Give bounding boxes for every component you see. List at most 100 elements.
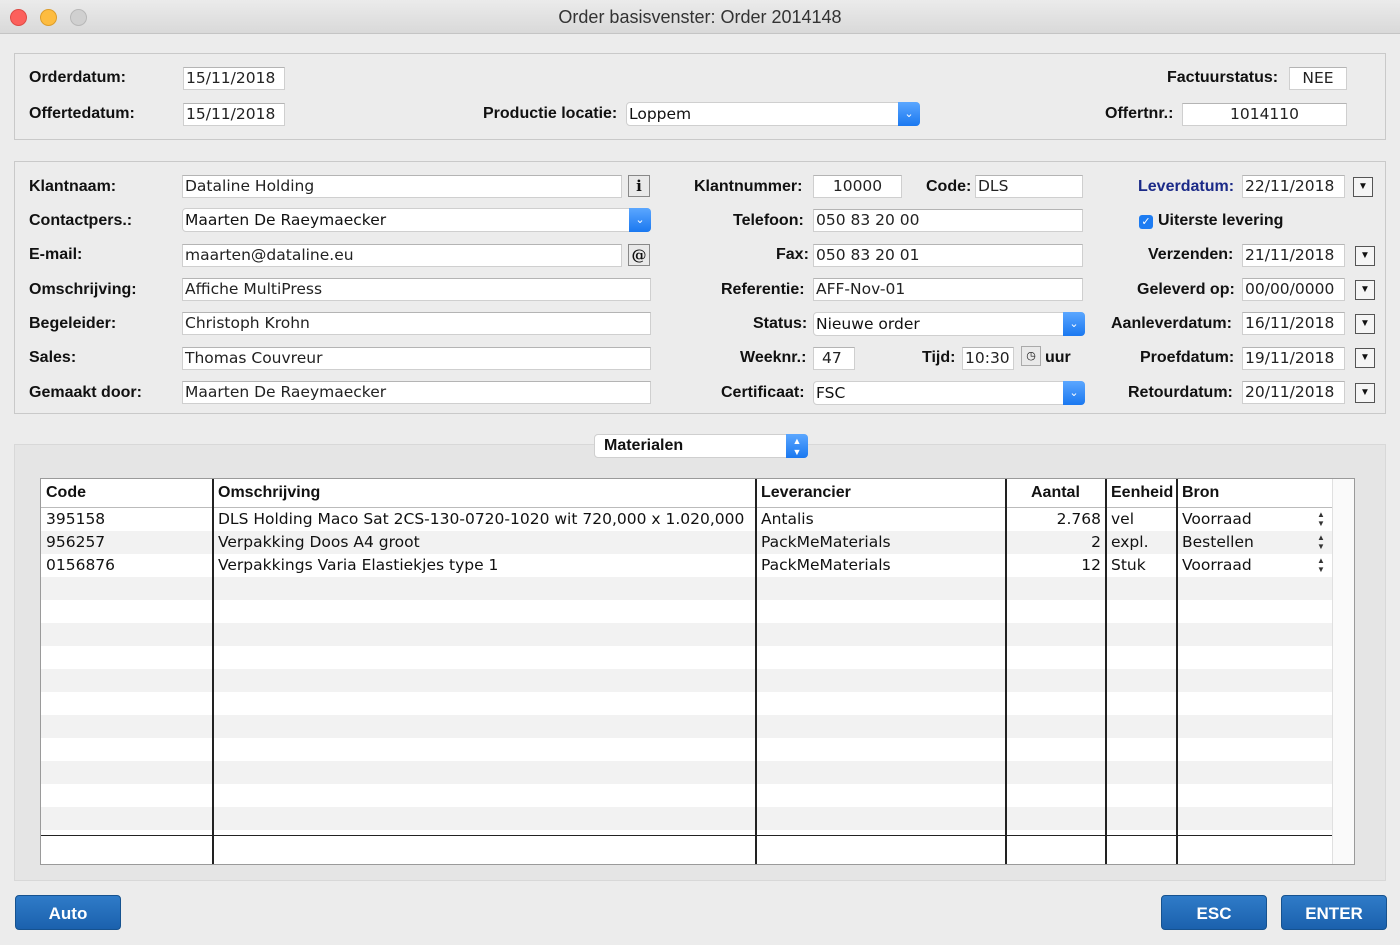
proefdatum-label: Proefdatum: xyxy=(1140,349,1235,366)
certificaat-select[interactable]: FSC ⌄ xyxy=(813,381,1085,405)
chevron-down-icon: ⌄ xyxy=(629,208,651,232)
klantnummer-field[interactable]: 10000 xyxy=(813,175,902,198)
code-cell: 956257 xyxy=(46,533,106,551)
email-icon[interactable]: @ xyxy=(628,244,650,266)
bron-cell: Voorraad xyxy=(1182,556,1252,574)
leverdatum-label: Leverdatum: xyxy=(1138,178,1235,195)
column-header-bron[interactable]: Bron xyxy=(1182,484,1219,502)
table-row[interactable]: 0156876 Verpakkings Varia Elastiekjes typ… xyxy=(41,554,1333,577)
telefoon-field[interactable]: 050 83 20 00 xyxy=(813,209,1083,232)
auto-button[interactable]: Auto xyxy=(15,895,121,930)
contactpers-select[interactable]: Maarten De Raeymaecker ⌄ xyxy=(182,208,651,232)
table-row[interactable]: 956257 Verpakking Doos A4 groot PackMeMate… xyxy=(41,531,1333,554)
contactpers-value: Maarten De Raeymaecker xyxy=(185,211,387,229)
column-divider xyxy=(1176,479,1178,864)
productie-locatie-select[interactable]: Loppem ⌄ xyxy=(626,102,920,126)
fax-field[interactable]: 050 83 20 01 xyxy=(813,244,1083,267)
aantal-cell: 12 xyxy=(1081,556,1101,574)
tijd-label: Tijd: xyxy=(922,349,956,366)
table-row xyxy=(41,600,1333,623)
aanleverdatum-field[interactable]: 16/11/2018 xyxy=(1242,312,1345,335)
verzenden-field[interactable]: 21/11/2018 xyxy=(1242,244,1345,267)
orderdatum-field[interactable]: 15/11/2018 xyxy=(183,67,285,90)
offertnr-label: Offertnr.: xyxy=(1105,105,1174,122)
table-row xyxy=(41,738,1333,761)
begeleider-field[interactable]: Christoph Krohn xyxy=(182,312,651,335)
offertedatum-field[interactable]: 15/11/2018 xyxy=(183,103,285,126)
table-row xyxy=(41,692,1333,715)
begeleider-label: Begeleider: xyxy=(29,315,117,332)
column-header-aantal[interactable]: Aantal xyxy=(1031,484,1080,502)
email-field[interactable]: maarten@dataline.eu xyxy=(182,244,622,267)
clock-icon[interactable]: ◷ xyxy=(1021,346,1041,366)
leverancier-cell: PackMeMaterials xyxy=(761,556,891,574)
uiterste-levering-checkbox[interactable]: ✓ xyxy=(1139,215,1153,229)
uiterste-levering-label: Uiterste levering xyxy=(1158,212,1284,229)
referentie-label: Referentie: xyxy=(721,281,805,298)
uur-label: uur xyxy=(1045,349,1071,366)
column-header-omschrijving[interactable]: Omschrijving xyxy=(218,484,320,502)
column-divider xyxy=(212,479,214,864)
geleverd-op-field[interactable]: 00/00/0000 xyxy=(1242,278,1345,301)
leverancier-cell: PackMeMaterials xyxy=(761,533,891,551)
column-header-eenheid[interactable]: Eenheid xyxy=(1111,484,1173,502)
table-row xyxy=(41,807,1333,830)
status-label: Status: xyxy=(753,315,808,332)
code-field[interactable]: DLS xyxy=(975,175,1083,198)
bron-stepper-icon[interactable]: ▲ ▼ xyxy=(1317,533,1325,551)
calendar-dropdown-icon[interactable]: ▼ xyxy=(1355,348,1375,368)
window-title: Order basisvenster: Order 2014148 xyxy=(558,7,842,27)
calendar-dropdown-icon[interactable]: ▼ xyxy=(1355,314,1375,334)
weeknr-field[interactable]: 47 xyxy=(813,347,855,370)
table-scrollbar[interactable] xyxy=(1332,479,1354,864)
retourdatum-field[interactable]: 20/11/2018 xyxy=(1242,381,1345,404)
status-select[interactable]: Nieuwe order ⌄ xyxy=(813,312,1085,336)
aantal-cell: 2 xyxy=(1091,533,1101,551)
aantal-cell: 2.768 xyxy=(1056,510,1101,528)
telefoon-label: Telefoon: xyxy=(733,212,804,229)
table-footer-divider xyxy=(41,835,1333,836)
chevron-updown-icon: ▲ ▼ xyxy=(786,434,808,458)
title-bar: Order basisvenster: Order 2014148 xyxy=(0,0,1400,34)
fax-label: Fax: xyxy=(776,246,809,263)
column-divider xyxy=(1105,479,1107,864)
calendar-dropdown-icon[interactable]: ▼ xyxy=(1355,383,1375,403)
verzenden-label: Verzenden: xyxy=(1148,246,1234,263)
code-label: Code: xyxy=(926,178,972,195)
omschrijving-field[interactable]: Affiche MultiPress xyxy=(182,278,651,301)
calendar-dropdown-icon[interactable]: ▼ xyxy=(1353,177,1373,197)
calendar-dropdown-icon[interactable]: ▼ xyxy=(1355,280,1375,300)
omschrijving-cell: Verpakking Doos A4 groot xyxy=(218,533,420,551)
klantnaam-label: Klantnaam: xyxy=(29,178,117,195)
factuurstatus-field[interactable]: NEE xyxy=(1289,67,1347,90)
table-row xyxy=(41,715,1333,738)
table-row xyxy=(41,623,1333,646)
tijd-field[interactable]: 10:30 xyxy=(962,347,1014,370)
esc-button[interactable]: ESC xyxy=(1161,895,1267,930)
proefdatum-field[interactable]: 19/11/2018 xyxy=(1242,347,1345,370)
status-value: Nieuwe order xyxy=(816,315,920,333)
bron-stepper-icon[interactable]: ▲ ▼ xyxy=(1317,556,1325,574)
code-cell: 0156876 xyxy=(46,556,116,574)
column-header-code[interactable]: Code xyxy=(46,484,86,502)
enter-button[interactable]: ENTER xyxy=(1281,895,1387,930)
offertnr-field[interactable]: 1014110 xyxy=(1182,103,1347,126)
gemaakt-door-field[interactable]: Maarten De Raeymaecker xyxy=(182,381,651,404)
calendar-dropdown-icon[interactable]: ▼ xyxy=(1355,246,1375,266)
materials-view-select[interactable]: Materialen ▲ ▼ xyxy=(594,434,808,458)
contactpers-label: Contactpers.: xyxy=(29,212,133,229)
chevron-down-icon: ⌄ xyxy=(898,102,920,126)
klantnaam-field[interactable]: Dataline Holding xyxy=(182,175,622,198)
referentie-field[interactable]: AFF-Nov-01 xyxy=(813,278,1083,301)
omschrijving-label: Omschrijving: xyxy=(29,281,137,298)
table-row[interactable]: 395158 DLS Holding Maco Sat 2CS-130-0720-… xyxy=(41,508,1333,531)
leverdatum-field[interactable]: 22/11/2018 xyxy=(1242,175,1345,198)
bron-stepper-icon[interactable]: ▲ ▼ xyxy=(1317,510,1325,528)
column-header-leverancier[interactable]: Leverancier xyxy=(761,484,851,502)
bron-cell: Bestellen xyxy=(1182,533,1254,551)
info-icon[interactable]: i xyxy=(628,175,650,197)
orderdatum-label: Orderdatum: xyxy=(29,69,126,86)
table-row xyxy=(41,784,1333,807)
sales-field[interactable]: Thomas Couvreur xyxy=(182,347,651,370)
sales-label: Sales: xyxy=(29,349,77,366)
